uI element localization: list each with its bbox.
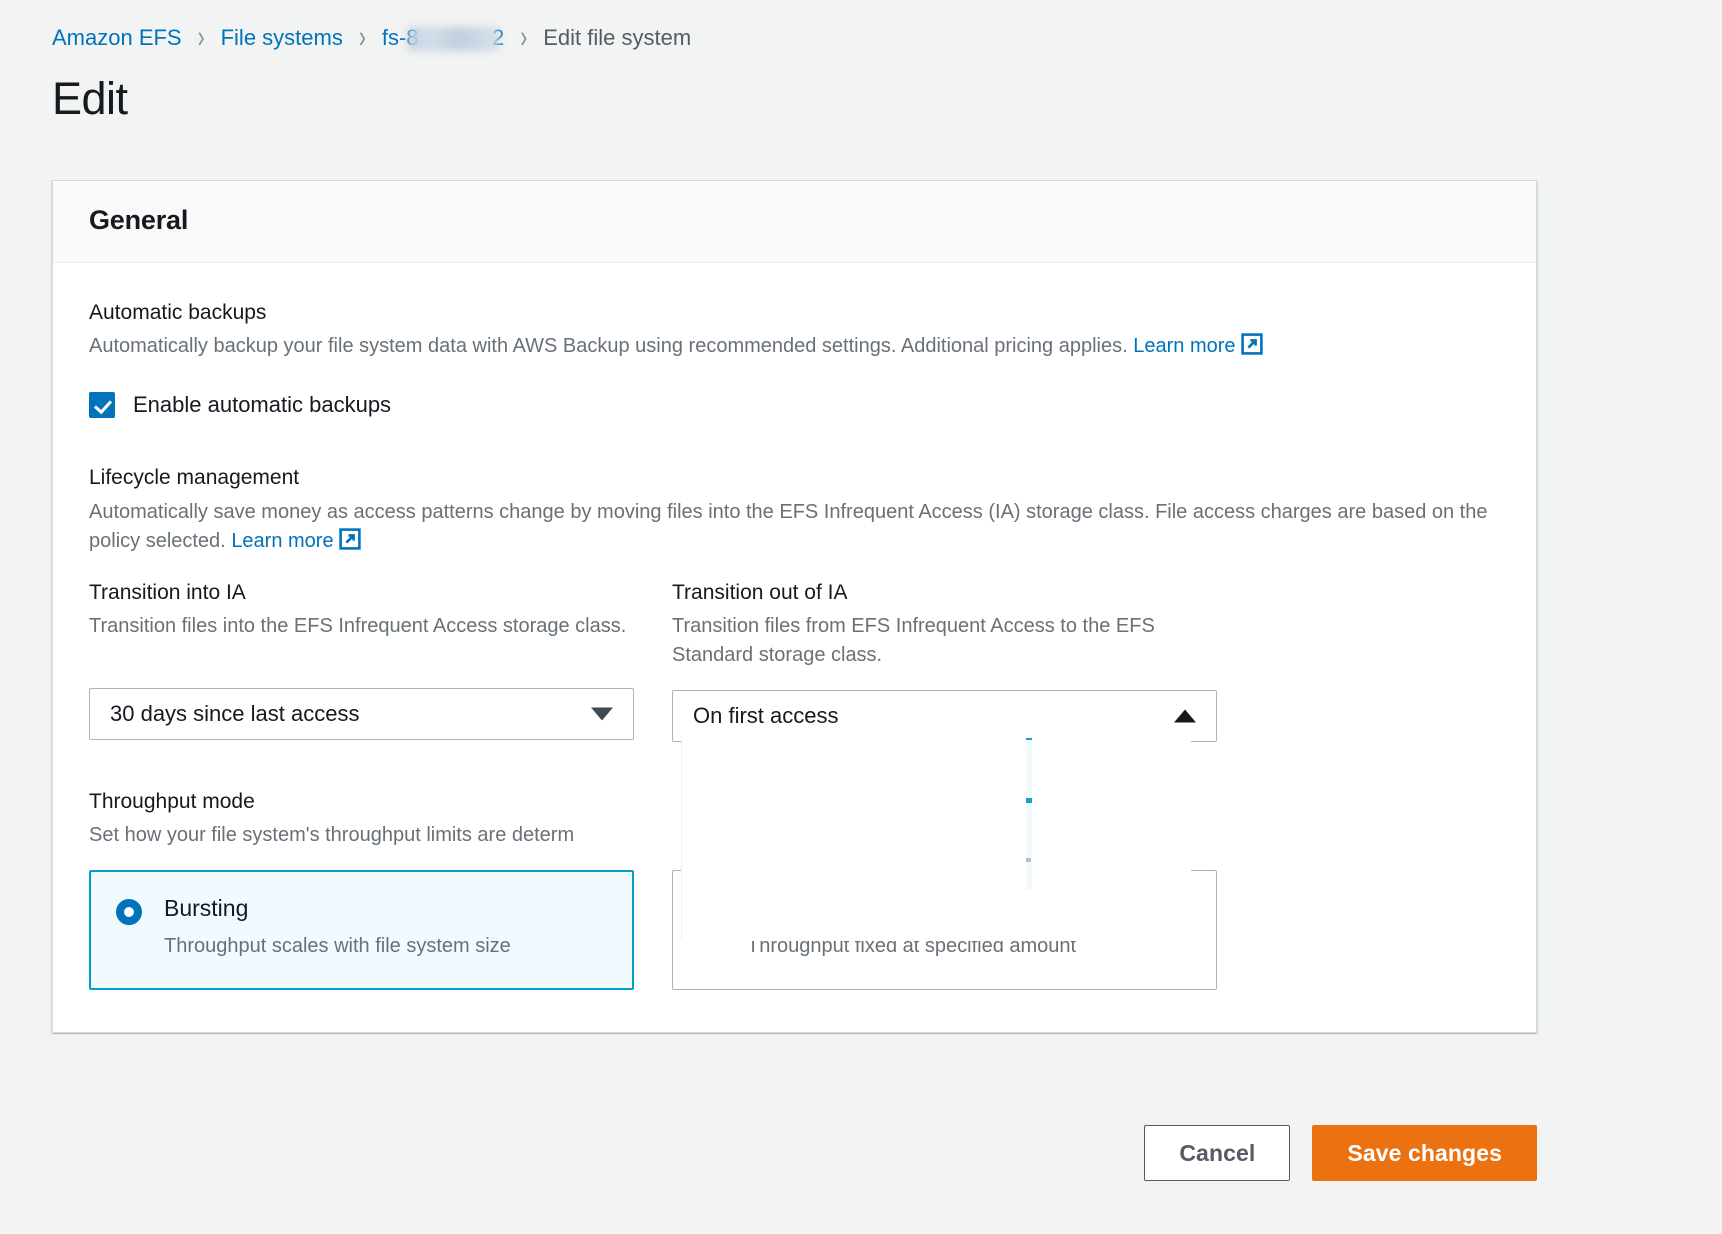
panel-body: Automatic backups Automatically backup y… <box>53 263 1536 1032</box>
lifecycle-transition-columns: Transition into IA Transition files into… <box>89 579 1500 742</box>
throughput-mode-option-provisioned[interactable]: Provisioned Throughput fixed at specifie… <box>672 870 1217 990</box>
breadcrumb-item-edit-file-system: Edit file system <box>543 25 691 51</box>
throughput-mode-option-bursting[interactable]: Bursting Throughput scales with file sys… <box>89 870 634 990</box>
breadcrumb-item-file-system-id[interactable]: fs-8aaaaaa2 <box>382 25 504 51</box>
breadcrumb-separator-icon: › <box>198 20 205 56</box>
redaction-blur-overlay <box>408 27 500 51</box>
transition-into-ia-selected-value: 30 days since last access <box>110 701 359 727</box>
cancel-button[interactable]: Cancel <box>1144 1125 1290 1181</box>
transition-out-of-ia-description: Transition files from EFS Infrequent Acc… <box>672 612 1217 670</box>
transition-into-ia-description: Transition files into the EFS Infrequent… <box>89 612 634 668</box>
transition-out-of-ia-selected-value: On first access <box>693 703 838 729</box>
panel-header-title: General <box>89 205 1500 236</box>
transition-into-ia-label: Transition into IA <box>89 579 634 606</box>
lifecycle-management-section: Lifecycle management Automatically save … <box>89 464 1500 742</box>
automatic-backups-description-text: Automatically backup your file system da… <box>89 335 1128 357</box>
transition-out-of-ia-select[interactable]: On first access <box>672 690 1217 742</box>
general-settings-panel: General Automatic backups Automatically … <box>52 180 1537 1033</box>
bursting-radio[interactable] <box>116 899 142 925</box>
enable-automatic-backups-row[interactable]: Enable automatic backups <box>89 392 1500 418</box>
throughput-mode-section: Throughput mode Set how your file system… <box>89 788 1500 990</box>
automatic-backups-section: Automatic backups Automatically backup y… <box>89 299 1500 418</box>
lifecycle-management-description: Automatically save money as access patte… <box>89 498 1500 559</box>
transition-into-ia-column: Transition into IA Transition files into… <box>89 579 634 742</box>
save-changes-button[interactable]: Save changes <box>1312 1125 1537 1181</box>
lifecycle-management-label: Lifecycle management <box>89 464 1500 491</box>
chevron-up-icon[interactable] <box>1174 709 1196 722</box>
enable-automatic-backups-checkbox[interactable] <box>89 392 115 418</box>
transition-out-of-ia-label: Transition out of IA <box>672 579 1217 606</box>
bursting-title: Bursting <box>164 895 248 921</box>
form-actions-footer: Cancel Save changes <box>52 1125 1537 1181</box>
breadcrumb: Amazon EFS › File systems › fs-8aaaaaa2 … <box>0 0 1722 58</box>
provisioned-description: Throughput fixed at specified amount <box>747 933 1076 959</box>
automatic-backups-description: Automatically backup your file system da… <box>89 332 1500 364</box>
breadcrumb-item-amazon-efs[interactable]: Amazon EFS <box>52 25 182 51</box>
throughput-mode-description: Set how your file system's throughput li… <box>89 821 1500 850</box>
provisioned-radio[interactable] <box>699 899 725 925</box>
breadcrumb-separator-icon: › <box>359 20 366 56</box>
breadcrumb-item-file-systems[interactable]: File systems <box>221 25 343 51</box>
transition-into-ia-select[interactable]: 30 days since last access <box>89 688 634 740</box>
throughput-mode-options: Bursting Throughput scales with file sys… <box>89 870 1500 990</box>
provisioned-title: Provisioned <box>747 895 867 921</box>
automatic-backups-learn-more-link[interactable]: Learn more <box>1133 335 1235 357</box>
bursting-description: Throughput scales with file system size <box>164 933 511 959</box>
external-link-icon[interactable] <box>1241 333 1263 364</box>
page-title: Edit <box>52 76 1722 121</box>
chevron-down-icon[interactable] <box>591 707 613 720</box>
panel-header: General <box>53 181 1536 263</box>
throughput-mode-label: Throughput mode <box>89 788 1500 815</box>
external-link-icon[interactable] <box>339 528 361 559</box>
lifecycle-management-learn-more-link[interactable]: Learn more <box>231 530 333 552</box>
automatic-backups-label: Automatic backups <box>89 299 1500 326</box>
enable-automatic-backups-label[interactable]: Enable automatic backups <box>133 392 391 418</box>
transition-out-of-ia-column: Transition out of IA Transition files fr… <box>672 579 1217 742</box>
breadcrumb-separator-icon: › <box>520 20 527 56</box>
